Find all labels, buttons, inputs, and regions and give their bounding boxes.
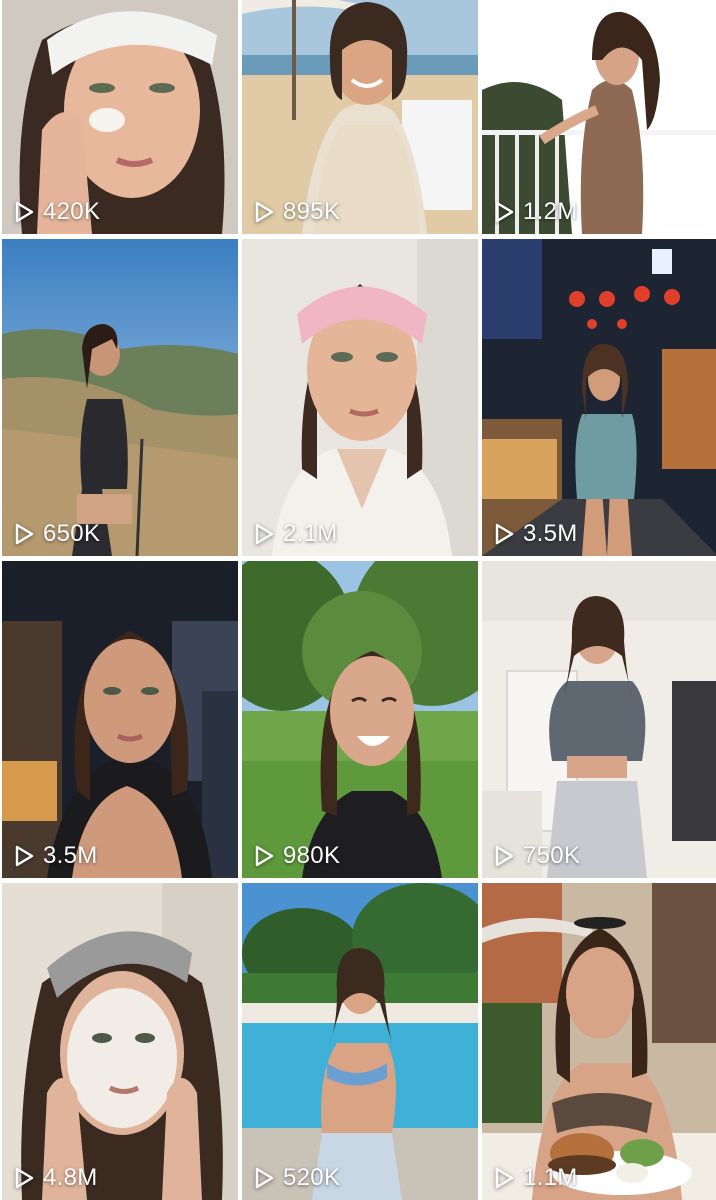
- view-count-label: 1.2M: [523, 198, 578, 225]
- view-count: 520K: [252, 1164, 340, 1192]
- play-icon: [15, 1167, 34, 1189]
- view-count-label: 4.8M: [43, 1164, 98, 1191]
- video-thumbnail[interactable]: 750K: [482, 561, 716, 878]
- view-count-label: 1.1M: [523, 1164, 578, 1191]
- view-count-label: 650K: [43, 520, 101, 547]
- video-thumbnail[interactable]: 2.1M: [242, 239, 478, 556]
- video-thumbnail[interactable]: 3.5M: [482, 239, 716, 556]
- video-thumbnail[interactable]: 1.2M: [482, 0, 716, 234]
- video-thumbnail[interactable]: 1.1M: [482, 883, 716, 1200]
- view-count-label: 3.5M: [523, 520, 578, 547]
- video-thumbnail[interactable]: 520K: [242, 883, 478, 1200]
- thumbnail-image: [242, 561, 478, 878]
- play-icon: [15, 201, 34, 223]
- video-thumbnail[interactable]: 4.8M: [2, 883, 238, 1200]
- view-count: 895K: [252, 198, 340, 226]
- view-count-label: 980K: [283, 842, 341, 869]
- view-count-label: 520K: [283, 1164, 341, 1191]
- thumbnail-image: [482, 883, 716, 1200]
- play-icon: [495, 523, 514, 545]
- view-count: 1.1M: [492, 1164, 578, 1192]
- thumbnail-image: [2, 239, 238, 556]
- video-thumbnail[interactable]: 895K: [242, 0, 478, 234]
- view-count-label: 2.1M: [283, 520, 338, 547]
- play-icon: [255, 201, 274, 223]
- video-thumbnail[interactable]: 650K: [2, 239, 238, 556]
- view-count: 2.1M: [252, 520, 338, 548]
- view-count: 3.5M: [12, 842, 98, 870]
- view-count: 420K: [12, 198, 100, 226]
- thumbnail-image: [242, 883, 478, 1200]
- view-count: 1.2M: [492, 198, 578, 226]
- play-icon: [255, 845, 274, 867]
- view-count: 750K: [492, 842, 580, 870]
- view-count: 980K: [252, 842, 340, 870]
- play-icon: [495, 1167, 514, 1189]
- play-icon: [255, 523, 274, 545]
- play-icon: [15, 523, 34, 545]
- thumbnail-image: [482, 239, 716, 556]
- thumbnail-image: [2, 883, 238, 1200]
- view-count-label: 895K: [283, 198, 341, 225]
- play-icon: [495, 845, 514, 867]
- play-icon: [255, 1167, 274, 1189]
- video-thumbnail[interactable]: 420K: [2, 0, 238, 234]
- thumbnail-image: [242, 239, 478, 556]
- play-icon: [495, 201, 514, 223]
- thumbnail-image: [2, 561, 238, 878]
- view-count-label: 420K: [43, 198, 101, 225]
- view-count-label: 3.5M: [43, 842, 98, 869]
- view-count: 4.8M: [12, 1164, 98, 1192]
- thumbnail-image: [482, 561, 716, 878]
- video-thumbnail[interactable]: 3.5M: [2, 561, 238, 878]
- view-count: 650K: [12, 520, 100, 548]
- play-icon: [15, 845, 34, 867]
- view-count: 3.5M: [492, 520, 578, 548]
- video-grid: 420K 895K 1.2M 650K 2.1M 3.5M 3.5M 980K …: [0, 0, 716, 1200]
- video-thumbnail[interactable]: 980K: [242, 561, 478, 878]
- view-count-label: 750K: [523, 842, 581, 869]
